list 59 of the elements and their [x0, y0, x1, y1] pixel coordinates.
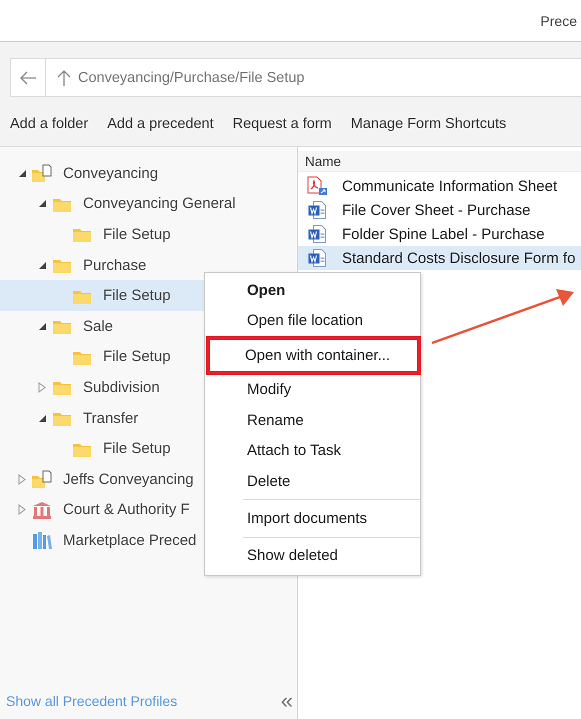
file-row[interactable]: Communicate Information Sheet: [298, 174, 581, 198]
books-icon: [32, 531, 52, 550]
file-name: File Cover Sheet - Purchase: [342, 202, 530, 218]
toolbar-link[interactable]: Request a form: [232, 116, 332, 132]
file-name: Communicate Information Sheet: [342, 178, 558, 194]
tree-label: Jeffs Conveyancing: [63, 470, 194, 488]
collapse-pane-button[interactable]: «: [280, 690, 293, 712]
tree-label: Conveyancing: [63, 164, 158, 182]
toolbar-link[interactable]: Add a precedent: [107, 116, 214, 132]
file-row[interactable]: Standard Costs Disclosure Form fo: [298, 246, 581, 270]
column-header[interactable]: Name: [298, 151, 581, 172]
word-document-icon: [308, 201, 326, 219]
tree-label: File Setup: [103, 348, 171, 366]
tree-label: Conveyancing General: [83, 195, 236, 212]
pdf-icon: [306, 176, 328, 196]
tree-label: File Setup: [103, 440, 171, 458]
file-name: Folder Spine Label - Purchase: [342, 226, 545, 242]
building-icon: [32, 500, 52, 519]
column-label: Name: [305, 154, 342, 168]
collapsed-triangle-icon[interactable]: [18, 504, 26, 516]
window-title: Prece: [540, 12, 577, 28]
tree-label: Transfer: [83, 410, 138, 427]
collapsed-triangle-icon[interactable]: [38, 382, 46, 393]
tree-label: File Setup: [103, 226, 171, 243]
file-row[interactable]: File Cover Sheet - Purchase: [298, 198, 581, 222]
menu-item[interactable]: Open with container...: [206, 336, 421, 375]
file-row[interactable]: Folder Spine Label - Purchase: [298, 222, 581, 246]
menu-item[interactable]: Modify: [206, 374, 419, 406]
folder-document-icon: [32, 470, 52, 488]
tree-item[interactable]: File Setup: [0, 219, 297, 250]
tree-label: Subdivision: [83, 378, 160, 396]
toolbar-link[interactable]: Add a folder: [10, 116, 88, 132]
path-text: Conveyancing/Purchase/File Setup: [78, 70, 304, 86]
tree-label: Court & Authority F: [63, 501, 190, 518]
file-name: Standard Costs Disclosure Form fo: [342, 250, 576, 266]
word-document-icon: [308, 249, 326, 267]
expanded-triangle-icon[interactable]: [38, 199, 46, 208]
menu-item[interactable]: Attach to Task: [206, 436, 419, 466]
tree-item[interactable]: Conveyancing: [0, 158, 297, 189]
collapsed-triangle-icon[interactable]: [18, 474, 26, 485]
back-arrow-icon: [19, 70, 37, 84]
up-arrow-icon[interactable]: [56, 68, 72, 86]
toolbar-link[interactable]: Manage Form Shortcuts: [350, 116, 506, 132]
word-document-icon: [308, 225, 326, 243]
expanded-triangle-icon[interactable]: [18, 168, 26, 178]
tree-label: Purchase: [83, 256, 146, 274]
tree-label: Marketplace Preced: [63, 532, 196, 549]
expanded-triangle-icon[interactable]: [38, 322, 46, 331]
tree-label: Sale: [83, 318, 114, 335]
menu-item[interactable]: Delete: [206, 466, 419, 496]
menu-item[interactable]: Show deleted: [206, 540, 419, 572]
tree-item[interactable]: Conveyancing General: [0, 188, 297, 220]
menu-item[interactable]: Import documents: [206, 503, 419, 534]
address-bar[interactable]: Conveyancing/Purchase/File Setup: [10, 58, 581, 97]
expanded-triangle-icon[interactable]: [38, 260, 46, 270]
menu-item[interactable]: Rename: [206, 405, 419, 436]
expanded-triangle-icon[interactable]: [38, 414, 46, 423]
tree-label: File Setup: [103, 287, 171, 304]
folder-document-icon: [32, 164, 52, 182]
